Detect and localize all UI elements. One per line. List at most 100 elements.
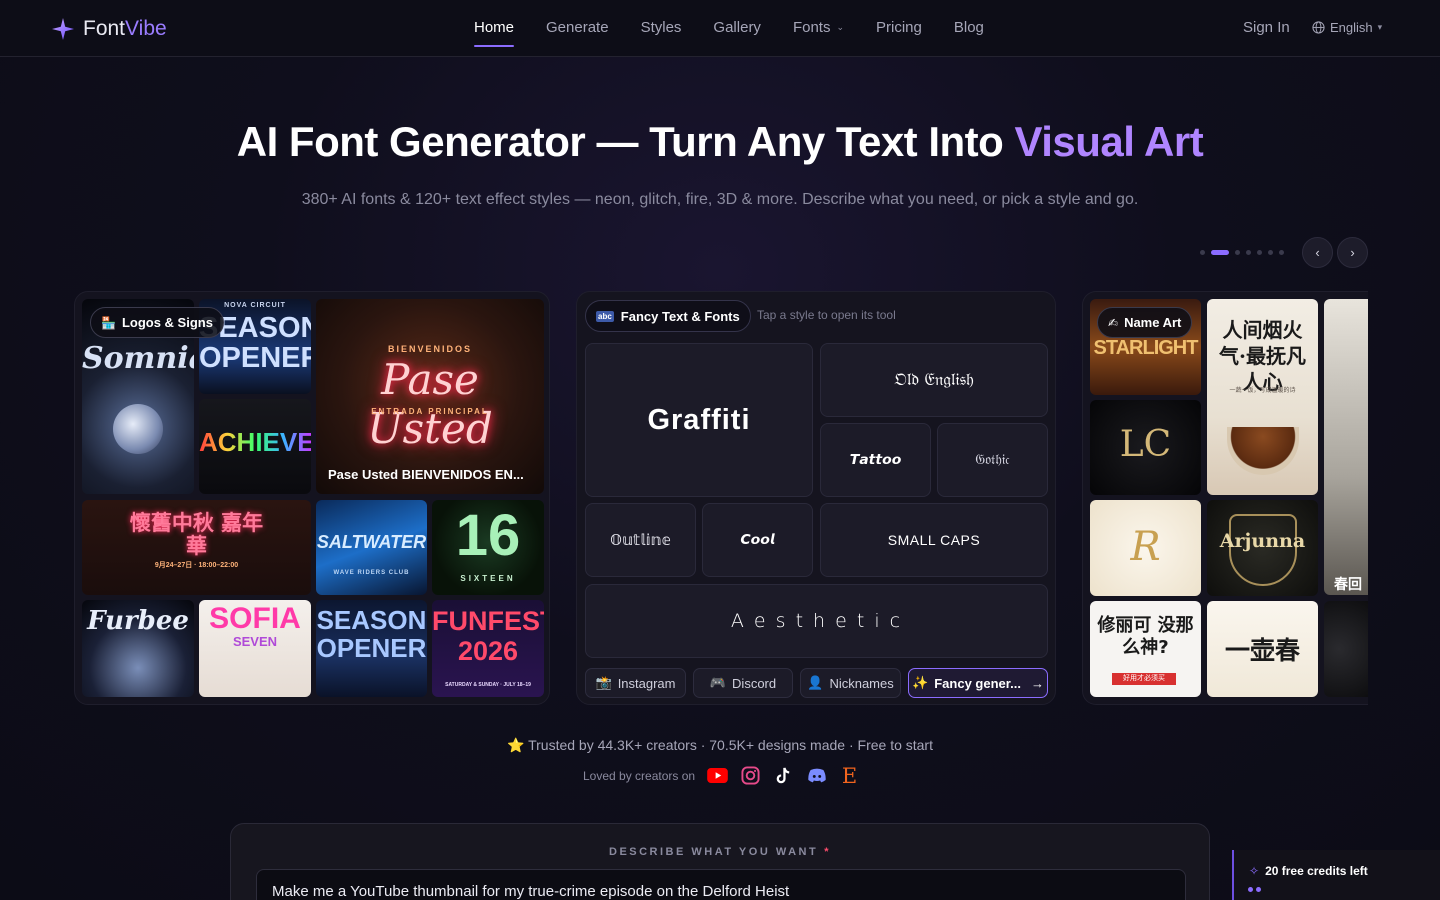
chevron-left-icon: ‹ xyxy=(1315,245,1320,260)
carousel-dot[interactable] xyxy=(1246,250,1251,255)
language-selector[interactable]: English ▾ xyxy=(1312,20,1382,35)
style-hint: Tap a style to open its tool xyxy=(757,308,896,322)
tile-caption: Pase Usted BIENVENIDOS EN... xyxy=(328,467,524,482)
style-label: A e s t h e t i c xyxy=(730,610,903,632)
brand-name-part1: Font xyxy=(83,17,126,40)
required-mark: * xyxy=(824,846,831,858)
style-small-caps[interactable]: SMALL CAPS xyxy=(820,503,1048,577)
fancy-text-chip[interactable]: abc Fancy Text & Fonts xyxy=(585,300,751,332)
nicknames-pill[interactable]: 👤 Nicknames xyxy=(800,668,901,698)
carousel-dot-active[interactable] xyxy=(1211,250,1229,255)
gallery-tile-season-opener-2[interactable]: SEASON OPENER xyxy=(316,600,427,697)
tile-subtext: SIXTEEN xyxy=(460,574,516,583)
nav-gallery[interactable]: Gallery xyxy=(713,19,761,36)
fancy-text-panel: abc Fancy Text & Fonts Tap a style to op… xyxy=(576,291,1056,705)
tile-text: 懷舊中秋 嘉年華 xyxy=(129,511,264,558)
brand-logo[interactable]: FontVibe xyxy=(51,17,167,41)
carousel-dot[interactable] xyxy=(1200,250,1205,255)
discord-pill[interactable]: 🎮 Discord xyxy=(693,668,793,698)
gallery-tile-sixteen[interactable]: 16 SIXTEEN xyxy=(432,500,544,595)
style-old-english[interactable]: 𝔒𝔩𝔡 𝔈𝔫𝔤𝔩𝔦𝔰𝔥 xyxy=(820,343,1048,417)
credits-widget[interactable]: ✧ 20 free credits left xyxy=(1232,850,1440,900)
style-outline[interactable]: 𝕆𝕦𝕥𝕝𝕚𝕟𝕖 xyxy=(585,503,696,577)
tile-text: R xyxy=(1130,524,1161,570)
instagram-icon[interactable] xyxy=(740,765,761,786)
style-cool[interactable]: 𝘾𝙤𝙤𝙡 xyxy=(702,503,813,577)
instagram-pill[interactable]: 📸 Instagram xyxy=(585,668,686,698)
tile-subtext: 一蔬一饭，写成温暖的诗 xyxy=(1229,388,1296,394)
gamepad-icon: 🎮 xyxy=(709,675,727,690)
tile-subtext: SEVEN xyxy=(232,634,278,649)
chevron-down-icon: ⌄ xyxy=(836,22,844,32)
gallery-tile-shield[interactable] xyxy=(1324,601,1368,697)
brand-name-part2: Vibe xyxy=(125,17,167,40)
gallery-tile-pase-usted[interactable]: BIENVENIDOS Pase Usted ENTRADA PRINCIPAL… xyxy=(316,299,544,494)
globe-icon xyxy=(1312,21,1325,34)
nav-pricing[interactable]: Pricing xyxy=(876,19,922,36)
style-gothic[interactable]: 𝔊𝔬𝔱𝔥𝔦𝔠 xyxy=(937,423,1048,497)
tile-text: 春回 xyxy=(1334,576,1362,592)
hero-title: AI Font Generator — Turn Any Text Into V… xyxy=(0,118,1440,166)
gallery-tile-skincare[interactable]: 修丽可 没那么神? 好用才必须买 xyxy=(1090,601,1201,697)
tile-text: 人间烟火气·最抚凡人心 xyxy=(1219,318,1306,394)
tile-text: SOFIA xyxy=(209,602,301,635)
pill-label: Instagram xyxy=(617,675,676,691)
style-label: Graffiti xyxy=(647,403,751,436)
fancy-generator-pill[interactable]: ✨ Fancy gener... → xyxy=(908,668,1048,698)
gallery-tile-r-monogram[interactable]: R xyxy=(1090,500,1201,596)
style-label: 𝔒𝔩𝔡 𝔈𝔫𝔤𝔩𝔦𝔰𝔥 xyxy=(894,370,974,390)
carousel-dot[interactable] xyxy=(1257,250,1262,255)
gallery-tile-saltwater[interactable]: SALTWATER WAVE RIDERS CLUB xyxy=(316,500,427,595)
gallery-tile-sofia[interactable]: SOFIA SEVEN xyxy=(199,600,311,697)
nav-styles[interactable]: Styles xyxy=(641,19,682,36)
tiktok-icon[interactable] xyxy=(773,765,794,786)
youtube-icon[interactable] xyxy=(707,765,728,786)
gallery-tile-spring[interactable]: 春回 xyxy=(1324,299,1368,595)
prompt-input[interactable]: Make me a YouTube thumbnail for my true-… xyxy=(256,869,1186,900)
carousel-prev-button[interactable]: ‹ xyxy=(1302,237,1333,268)
discord-icon[interactable] xyxy=(806,765,827,786)
carousel-dot[interactable] xyxy=(1279,250,1284,255)
chip-label: Logos & Signs xyxy=(121,315,213,330)
carousel-next-button[interactable]: › xyxy=(1337,237,1368,268)
pill-label: Fancy gener... xyxy=(934,675,1021,691)
sign-in-link[interactable]: Sign In xyxy=(1243,19,1290,36)
gallery-tile-furbee[interactable]: Furbee xyxy=(82,600,194,697)
gallery-tile-calligraphy-food[interactable]: 人间烟火气·最抚凡人心 一蔬一饭，写成温暖的诗 xyxy=(1207,299,1318,495)
pill-label: Discord xyxy=(732,675,777,691)
language-label: English xyxy=(1330,20,1373,35)
nav-fonts-label: Fonts xyxy=(792,19,831,36)
style-aesthetic[interactable]: A e s t h e t i c xyxy=(585,584,1048,658)
name-art-chip[interactable]: ✍ Name Art xyxy=(1097,307,1193,338)
chevron-right-icon: › xyxy=(1350,245,1355,260)
gallery-tile-mid-autumn[interactable]: 懷舊中秋 嘉年華 9月24–27日 · 18:00–22:00 xyxy=(82,500,311,595)
hero-subtitle: 380+ AI fonts & 120+ text effect styles … xyxy=(301,191,1139,208)
gallery-tile-achieve[interactable]: ACHIEVE xyxy=(199,399,311,494)
gallery-tile-lc-monogram[interactable]: LC xyxy=(1090,400,1201,495)
carousel-dot[interactable] xyxy=(1268,250,1273,255)
gallery-tile-tea[interactable]: 一壶春 xyxy=(1207,601,1318,697)
storefront-icon: 🏪 xyxy=(101,315,116,330)
caret-down-icon: ▾ xyxy=(1377,22,1383,32)
tile-text: SALTWATER xyxy=(316,532,427,552)
abc-icon: abc xyxy=(596,310,614,322)
nav-fonts[interactable]: Fonts ⌄ xyxy=(793,19,844,36)
style-tattoo[interactable]: 𝙏𝙖𝙩𝙩𝙤𝙤 xyxy=(820,423,931,497)
name-art-panel: STARLIGHT 人间烟火气·最抚凡人心 一蔬一饭，写成温暖的诗 春回 LC … xyxy=(1082,291,1368,705)
logos-signs-chip[interactable]: 🏪 Logos & Signs xyxy=(90,307,224,338)
style-label: 𝔊𝔬𝔱𝔥𝔦𝔠 xyxy=(975,452,1010,468)
robot-mascot xyxy=(113,404,163,454)
sparkle-icon: ✧ xyxy=(1249,864,1260,878)
etsy-icon[interactable]: E xyxy=(839,764,860,788)
loved-by-label: Loved by creators on xyxy=(583,768,696,783)
carousel-dot[interactable] xyxy=(1235,250,1240,255)
prompt-label-text: DESCRIBE WHAT YOU WANT xyxy=(609,846,819,858)
sparkle-logo-icon xyxy=(52,18,74,40)
gallery-tile-arjunna[interactable]: Arjunna xyxy=(1207,500,1318,596)
nav-home[interactable]: Home xyxy=(474,19,515,47)
tile-text: LC xyxy=(1119,424,1172,465)
nav-blog[interactable]: Blog xyxy=(954,19,984,36)
nav-generate[interactable]: Generate xyxy=(546,19,609,36)
gallery-tile-funfest[interactable]: FUNFEST 2026 SATURDAY & SUNDAY · JULY 18… xyxy=(432,600,544,697)
style-graffiti[interactable]: Graffiti xyxy=(585,343,813,497)
